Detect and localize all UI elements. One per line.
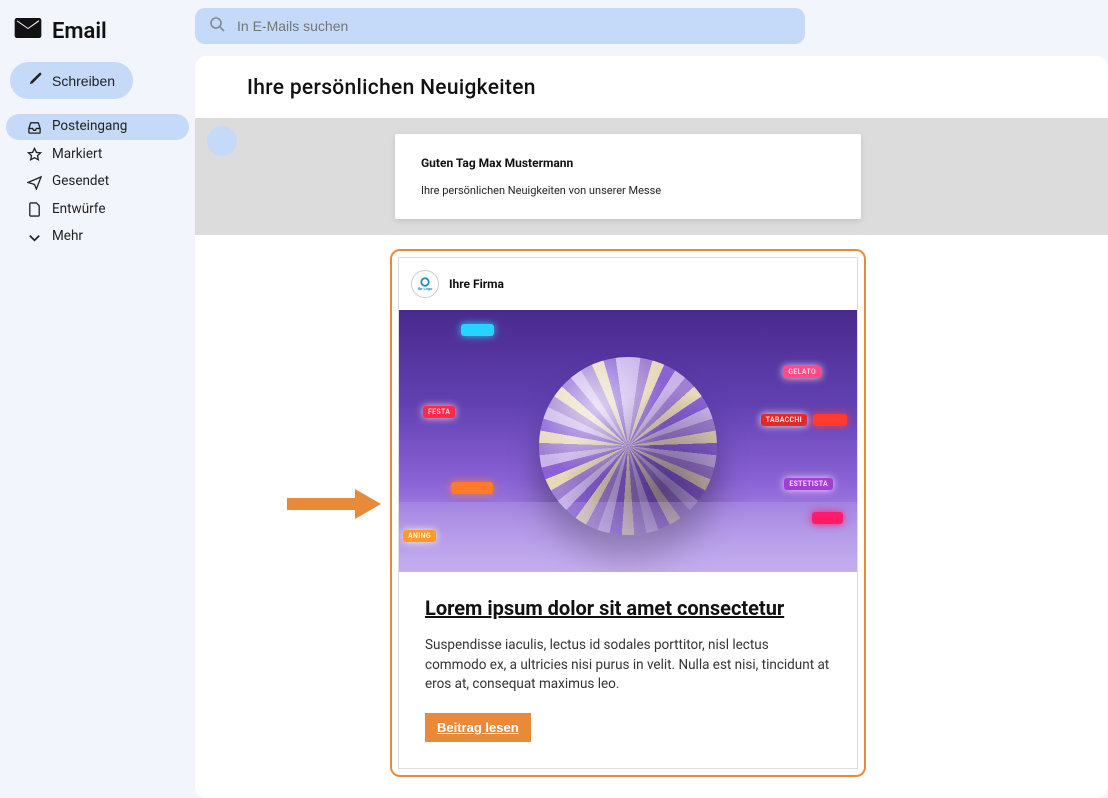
- neon-sign: GRANITA: [451, 482, 493, 494]
- mail-icon: [14, 18, 42, 44]
- sidebar-item-starred[interactable]: Markiert: [6, 142, 189, 168]
- star-icon: [26, 147, 42, 163]
- newsletter-section: Ihr Logo Ihre Firma CHINA KEBAB NAILS ES…: [195, 235, 1108, 798]
- search-icon: [209, 16, 225, 36]
- newsletter-text: Suspendisse iaculis, lectus id sodales p…: [425, 636, 831, 695]
- mail-preview-band: Guten Tag Max Mustermann Ihre persönlich…: [195, 118, 1108, 235]
- logo-text: Ihr Logo: [418, 287, 433, 291]
- preview-greeting: Guten Tag Max Mustermann: [421, 156, 835, 170]
- preview-subtitle: Ihre persönlichen Neuigkeiten von unsere…: [421, 184, 835, 197]
- mail-subject: Ihre persönlichen Neuigkeiten: [195, 56, 1108, 118]
- pencil-icon: [28, 72, 42, 89]
- sidebar: Email Schreiben Posteingang Markiert Ges…: [0, 0, 195, 798]
- neon-sign: GELATO: [783, 366, 821, 378]
- neon-sign: KEBAB: [813, 414, 847, 426]
- neon-sign: NAILS: [812, 512, 843, 524]
- newsletter-title[interactable]: Lorem ipsum dolor sit amet consectetur: [425, 596, 831, 620]
- newsletter-card[interactable]: Ihr Logo Ihre Firma CHINA KEBAB NAILS ES…: [390, 249, 866, 777]
- mail-viewer: Ihre persönlichen Neuigkeiten Guten Tag …: [195, 56, 1108, 798]
- sidebar-item-label: Gesendet: [52, 173, 169, 191]
- annotation-arrow-icon: [285, 487, 381, 525]
- newsletter-hero-image: CHINA KEBAB NAILS ESTETISTA GRANITA FEST…: [399, 310, 857, 572]
- sidebar-item-drafts[interactable]: Entwürfe: [6, 197, 189, 223]
- file-icon: [26, 202, 42, 218]
- search-box[interactable]: [195, 8, 805, 44]
- neon-sign: CHINA: [461, 324, 494, 336]
- sidebar-item-label: Entwürfe: [52, 201, 169, 219]
- sidebar-item-label: Mehr: [52, 228, 169, 246]
- sidebar-item-more[interactable]: Mehr: [6, 224, 189, 250]
- sidebar-item-inbox[interactable]: Posteingang: [6, 114, 189, 140]
- search-input[interactable]: [237, 18, 791, 34]
- company-name: Ihre Firma: [449, 277, 504, 291]
- company-logo: Ihr Logo: [411, 270, 439, 298]
- neon-sign: ANING: [403, 530, 436, 542]
- read-article-button[interactable]: Beitrag lesen: [425, 713, 531, 742]
- main-content: Ihre persönlichen Neuigkeiten Guten Tag …: [195, 0, 1108, 798]
- newsletter-body: Lorem ipsum dolor sit amet consectetur S…: [399, 572, 857, 768]
- app-brand-name: Email: [52, 19, 107, 44]
- neon-sign: ESTETISTA: [784, 478, 833, 490]
- newsletter-header: Ihr Logo Ihre Firma: [399, 258, 857, 310]
- app-brand: Email: [0, 8, 195, 62]
- sender-avatar[interactable]: [207, 126, 237, 156]
- chevron-down-icon: [26, 229, 42, 245]
- neon-sign: FESTA: [423, 406, 455, 418]
- preview-card: Guten Tag Max Mustermann Ihre persönlich…: [395, 134, 861, 219]
- compose-button[interactable]: Schreiben: [10, 62, 133, 99]
- sidebar-item-sent[interactable]: Gesendet: [6, 169, 189, 195]
- sidebar-item-label: Markiert: [52, 146, 169, 164]
- inbox-icon: [26, 119, 42, 135]
- compose-label: Schreiben: [52, 73, 115, 89]
- sidebar-item-label: Posteingang: [52, 118, 169, 136]
- neon-sign: TABACCHI: [761, 414, 807, 426]
- paper-plane-icon: [26, 174, 42, 190]
